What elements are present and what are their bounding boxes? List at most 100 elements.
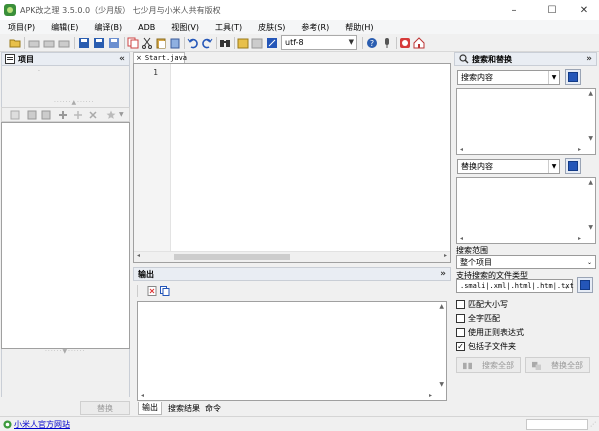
replace-scroll-left-icon[interactable]: ◂ xyxy=(460,235,463,242)
save-all-icon[interactable] xyxy=(93,37,105,49)
chevron-down-icon[interactable]: ▼ xyxy=(548,71,559,84)
find-icon[interactable] xyxy=(219,37,231,49)
encoding-select[interactable]: utf-8 ▼ xyxy=(281,35,357,50)
chevron-down-icon[interactable]: ⌄ xyxy=(584,256,595,268)
new-file-icon[interactable] xyxy=(10,110,20,120)
favorite-star-icon[interactable] xyxy=(106,110,116,120)
print-icon[interactable] xyxy=(28,37,40,49)
copy-icon[interactable] xyxy=(127,37,139,49)
help-icon[interactable]: ? xyxy=(366,37,378,49)
paste-special-icon[interactable] xyxy=(169,37,181,49)
editor-hscroll-thumb[interactable] xyxy=(174,254,290,260)
menu-edit[interactable]: 编辑(E) xyxy=(43,22,86,33)
menu-skin[interactable]: 皮肤(S) xyxy=(250,22,293,33)
option-regex[interactable]: 使用正则表达式 xyxy=(456,327,524,338)
tab-search-results[interactable]: 搜索结果 xyxy=(168,403,200,415)
dropdown-arrow-icon[interactable]: ▼ xyxy=(119,111,124,118)
menu-adb[interactable]: ADB xyxy=(130,23,163,32)
code-editor[interactable]: 1 ◂ ▸ xyxy=(133,63,451,263)
search-scroll-right-icon[interactable]: ▸ xyxy=(578,146,581,153)
option-include-subfolders[interactable]: ✓ 包括子文件夹 xyxy=(456,341,516,352)
tab-output[interactable]: 输出 xyxy=(138,402,162,415)
menu-view[interactable]: 视图(V) xyxy=(163,22,207,33)
tab-command[interactable]: 命令 xyxy=(205,403,221,415)
menu-reference[interactable]: 参考(R) xyxy=(293,22,337,33)
settings-icon[interactable] xyxy=(266,37,278,49)
whole-word-checkbox[interactable] xyxy=(456,314,465,323)
output-panel-header: 输出 » xyxy=(133,267,451,281)
replace-content-combo[interactable]: 替换内容 ▼ xyxy=(457,159,560,174)
close-button[interactable]: ✕ xyxy=(567,0,599,20)
scope-select[interactable]: 整个项目 ⌄ xyxy=(456,255,596,269)
paste-icon[interactable] xyxy=(155,37,167,49)
scroll-right-icon[interactable]: ▸ xyxy=(444,252,447,259)
project-collapse-button[interactable]: « xyxy=(119,53,125,65)
goto-icon[interactable] xyxy=(251,37,263,49)
menu-project[interactable]: 项目(P) xyxy=(0,22,43,33)
filetypes-select[interactable]: .smali|.xml|.html|.htm|.txt ⌄ xyxy=(456,279,574,293)
maximize-button[interactable]: ☐ xyxy=(535,0,569,20)
replace-scroll-down-icon[interactable]: ▼ xyxy=(588,224,593,231)
chevron-down-icon[interactable]: ⌄ xyxy=(561,280,572,292)
editor-tab[interactable]: × Start.java xyxy=(133,52,187,63)
undo-icon[interactable] xyxy=(187,37,199,49)
editor-hscrollbar[interactable]: ◂ ▸ xyxy=(134,251,450,262)
copy-output-icon[interactable] xyxy=(160,286,170,296)
chevron-down-icon[interactable]: ▼ xyxy=(548,160,559,173)
regex-checkbox[interactable] xyxy=(456,328,465,337)
home-icon[interactable] xyxy=(413,37,425,49)
add-icon[interactable] xyxy=(58,110,68,120)
replace-all-button[interactable]: 替换全部 xyxy=(525,357,590,373)
search-all-button[interactable]: 搜索全部 xyxy=(456,357,521,373)
official-site-link[interactable]: 小米人官方网站 xyxy=(14,419,70,430)
save-as-icon[interactable] xyxy=(108,37,120,49)
cut-icon[interactable] xyxy=(141,37,153,49)
replace-scroll-up-icon[interactable]: ▲ xyxy=(588,179,593,186)
minimize-button[interactable]: – xyxy=(497,0,531,20)
output-expand-button[interactable]: » xyxy=(440,268,446,280)
new-folder-icon[interactable] xyxy=(27,110,37,120)
replace-scroll-right-icon[interactable]: ▸ xyxy=(578,235,581,242)
include-subfolders-checkbox[interactable]: ✓ xyxy=(456,342,465,351)
redo-icon[interactable] xyxy=(201,37,213,49)
search-scroll-left-icon[interactable]: ◂ xyxy=(460,146,463,153)
save-icon[interactable] xyxy=(78,37,90,49)
search-collapse-button[interactable]: » xyxy=(586,53,592,65)
replace-text-area[interactable]: ◂ ▸ ▲ ▼ xyxy=(456,177,596,244)
menu-tools[interactable]: 工具(T) xyxy=(207,22,250,33)
scroll-up-icon[interactable]: ▲ xyxy=(439,303,444,310)
search-scroll-down-icon[interactable]: ▼ xyxy=(588,135,593,142)
output-textarea[interactable]: ▲ ▼ ◂ ▸ xyxy=(137,301,447,401)
menu-build[interactable]: 编译(B) xyxy=(86,22,130,33)
splitter-grip-top[interactable]: ······▲······ xyxy=(54,99,95,106)
search-options-button[interactable] xyxy=(565,69,581,85)
project-tree[interactable] xyxy=(1,122,130,349)
microphone-icon[interactable] xyxy=(381,37,393,49)
print-preview-icon[interactable] xyxy=(43,37,55,49)
search-scroll-up-icon[interactable]: ▲ xyxy=(588,90,593,97)
move-icon[interactable] xyxy=(73,110,83,120)
output-scroll-right-icon[interactable]: ▸ xyxy=(429,392,432,399)
search-content-combo[interactable]: 搜索内容 ▼ xyxy=(457,70,560,85)
replace-options-button[interactable] xyxy=(565,158,581,174)
page-setup-icon[interactable] xyxy=(58,37,70,49)
option-match-case[interactable]: 匹配大小写 xyxy=(456,299,508,310)
search-text-area[interactable]: ◂ ▸ ▲ ▼ xyxy=(456,88,596,155)
apk-icon[interactable] xyxy=(399,37,411,49)
tab-close-icon[interactable]: × xyxy=(136,54,142,62)
resize-grip-icon[interactable]: ⋰ xyxy=(590,421,596,428)
scroll-down-icon[interactable]: ▼ xyxy=(439,381,444,388)
menu-help[interactable]: 帮助(H) xyxy=(337,22,381,33)
project-replace-button[interactable]: 替换 xyxy=(80,401,130,415)
splitter-grip-bottom[interactable]: ······▼······ xyxy=(45,348,86,355)
clear-output-icon[interactable] xyxy=(147,286,157,296)
scroll-left-icon[interactable]: ◂ xyxy=(137,252,140,259)
open-folder-icon[interactable] xyxy=(9,37,21,49)
find-in-files-icon[interactable] xyxy=(237,37,249,49)
option-whole-word[interactable]: 全字匹配 xyxy=(456,313,500,324)
delete-icon[interactable] xyxy=(88,110,98,120)
output-scroll-left-icon[interactable]: ◂ xyxy=(141,392,144,399)
filetypes-options-button[interactable] xyxy=(577,277,593,293)
match-case-checkbox[interactable] xyxy=(456,300,465,309)
open-file-icon[interactable] xyxy=(41,110,51,120)
